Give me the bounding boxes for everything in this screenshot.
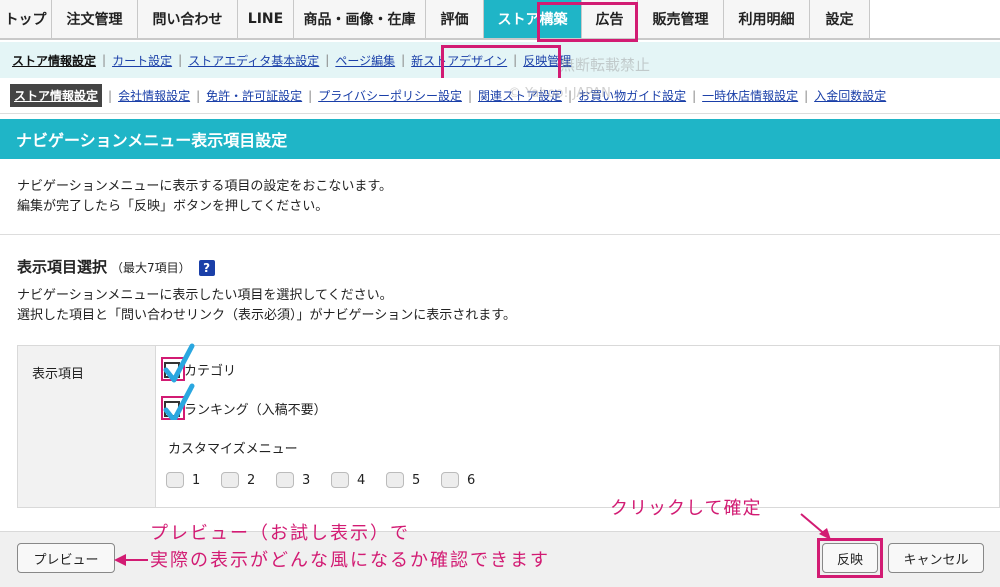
separator: | <box>692 88 697 103</box>
check-mark-icon <box>163 343 195 420</box>
separator: | <box>467 88 472 103</box>
sub-nav-secondary: ストア情報設定 | 会社情報設定 | 免許・許可証設定 | プライバシーポリシー設定 | 関連ス… <box>0 78 1000 114</box>
select-title: 表示項目選択 <box>17 258 108 276</box>
cancel-button[interactable]: キャンセル <box>888 543 984 573</box>
custom-menu-option[interactable]: 3 <box>276 472 310 488</box>
nav-filler <box>870 0 1000 38</box>
tab-2[interactable]: 問い合わせ <box>138 0 238 38</box>
custom-menu-option[interactable]: 4 <box>331 472 365 488</box>
custom-menu-label: カスタマイズメニュー <box>168 442 298 457</box>
preview-callout-line1: プレビュー（お試し表示）で <box>150 523 410 544</box>
custom-menu-checkbox[interactable] <box>221 472 239 488</box>
tab-8[interactable]: 販売管理 <box>638 0 724 38</box>
custom-menu-checkbox[interactable] <box>166 472 184 488</box>
custom-menu-number: 5 <box>412 472 421 488</box>
select-description: ナビゲーションメニューに表示したい項目を選択してください。 選択した項目と「問い… <box>17 286 516 326</box>
subnav1-link[interactable]: ストアエディタ基本設定 <box>188 52 319 69</box>
tab-10[interactable]: 設定 <box>810 0 870 38</box>
subnav2-link[interactable]: 一時休店情報設定 <box>702 87 798 104</box>
separator: | <box>401 53 406 67</box>
custom-menu-checkbox[interactable] <box>331 472 349 488</box>
select-heading: 表示項目選択 （最大7項目） ? <box>17 256 215 277</box>
separator: | <box>178 53 183 67</box>
custom-menu-checkbox[interactable] <box>441 472 459 488</box>
separator: | <box>308 88 313 103</box>
separator: | <box>804 88 809 103</box>
display-items-table: 表示項目 カテゴリ ランキング（入稿不要） カスタマイズメニュー 123456 <box>17 343 1000 508</box>
description-line: ナビゲーションメニューに表示する項目の設定をおこないます。 <box>17 179 393 194</box>
custom-menu-number: 3 <box>302 472 311 488</box>
subnav2-link[interactable]: 免許・許可証設定 <box>206 87 302 104</box>
separator: | <box>568 88 573 103</box>
page-title: ナビゲーションメニュー表示項目設定 <box>0 119 1000 159</box>
subnav2-link[interactable]: 会社情報設定 <box>118 87 190 104</box>
custom-menu-number: 1 <box>192 472 201 488</box>
subnav1-link[interactable]: カート設定 <box>112 52 172 69</box>
separator: | <box>102 53 107 67</box>
custom-menu-option[interactable]: 5 <box>386 472 420 488</box>
subnav1-link[interactable]: ストア情報設定 <box>12 52 96 69</box>
subnav1-link[interactable]: ページ編集 <box>335 52 395 69</box>
custom-menu-checkbox[interactable] <box>386 472 404 488</box>
arrow-icon <box>800 513 831 540</box>
custom-menu-number: 6 <box>467 472 476 488</box>
active-tab-highlight <box>537 2 638 42</box>
separator: | <box>196 88 201 103</box>
tab-3[interactable]: LINE <box>238 0 294 38</box>
custom-menu-number: 4 <box>357 472 366 488</box>
tab-5[interactable]: 評価 <box>426 0 484 38</box>
custom-menu-number: 2 <box>247 472 256 488</box>
custom-menu-option[interactable]: 1 <box>166 472 200 488</box>
tab-1[interactable]: 注文管理 <box>52 0 138 38</box>
subnav2-link[interactable]: プライバシーポリシー設定 <box>318 87 462 104</box>
separator: | <box>108 88 113 103</box>
subnav2-link[interactable]: 入金回数設定 <box>814 87 886 104</box>
subnav2-link[interactable]: ストア情報設定 <box>10 84 103 107</box>
tab-9[interactable]: 利用明細 <box>724 0 810 38</box>
tab-0[interactable]: トップ <box>0 0 52 38</box>
description-line: 選択した項目と「問い合わせリンク（表示必須）」がナビゲーションに表示されます。 <box>17 308 516 323</box>
preview-callout-line2: 実際の表示がどんな風になるか確認できます <box>150 550 550 571</box>
arrow-icon <box>114 554 148 566</box>
description-line: ナビゲーションメニューに表示したい項目を選択してください。 <box>17 288 393 303</box>
tab-4[interactable]: 商品・画像・在庫 <box>294 0 426 38</box>
subnav2-link[interactable]: お買い物ガイド設定 <box>578 87 686 104</box>
description-line: 編集が完了したら「反映」ボタンを押してください。 <box>17 199 329 214</box>
subnav2-link[interactable]: 関連ストア設定 <box>478 87 562 104</box>
apply-button-highlight <box>817 538 883 578</box>
top-nav: トップ 注文管理 問い合わせ LINE 商品・画像・在庫 評価 ストア構築 広告 販売管理 利用明… <box>0 0 1000 40</box>
page-description: ナビゲーションメニューに表示する項目の設定をおこないます。 編集が完了したら「反… <box>17 177 392 217</box>
help-icon[interactable]: ? <box>198 260 215 276</box>
apply-callout: クリックして確定 <box>610 498 762 519</box>
divider <box>0 234 1000 235</box>
select-limit: （最大7項目） <box>111 261 191 275</box>
custom-menu-checkbox[interactable] <box>276 472 294 488</box>
custom-menu-option[interactable]: 6 <box>441 472 475 488</box>
preview-button[interactable]: プレビュー <box>17 543 115 573</box>
separator: | <box>325 53 330 67</box>
custom-menu-option[interactable]: 2 <box>221 472 255 488</box>
display-items-label: 表示項目 <box>18 346 156 507</box>
